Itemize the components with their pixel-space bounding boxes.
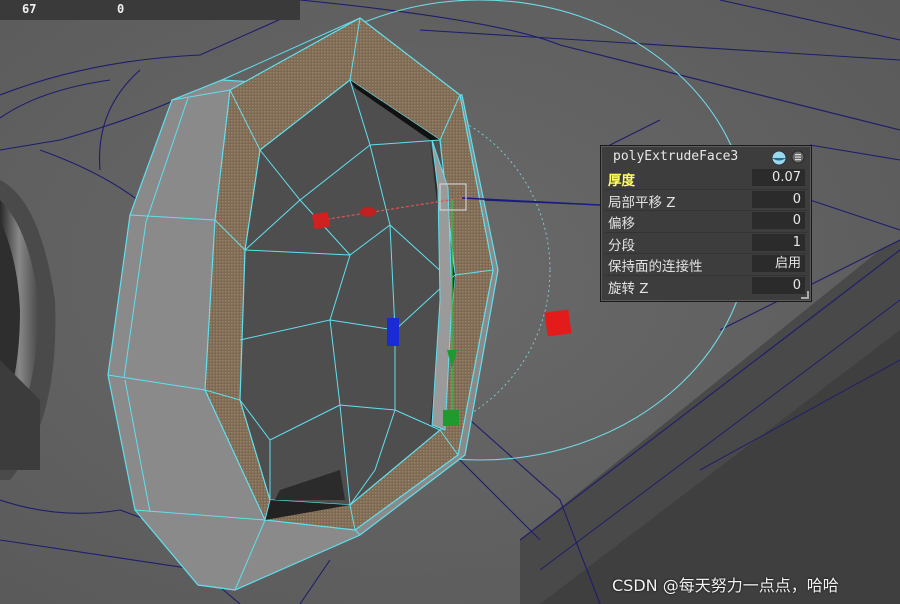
attribute-row-rotate-z[interactable]: 旋转 Z 0 [605, 276, 807, 297]
scene-canvas[interactable] [0, 0, 900, 604]
menu-icon[interactable] [791, 150, 805, 164]
blue-axis-handle[interactable] [387, 318, 399, 346]
attribute-row-keep-faces-together[interactable]: 保持面的连接性 启用 [605, 254, 807, 276]
attribute-label: 厚度 [608, 173, 635, 189]
attribute-value-field[interactable]: 0 [752, 276, 805, 294]
hud-value-left: 67 [22, 2, 37, 16]
attribute-row-thickness[interactable]: 厚度 0.07 [605, 168, 807, 190]
attribute-label: 分段 [608, 237, 635, 254]
hud-value-right: 0 [117, 2, 125, 16]
attribute-value-field[interactable]: 1 [752, 233, 805, 251]
attribute-label: 局部平移 Z [608, 194, 676, 211]
attribute-label: 旋转 Z [608, 280, 649, 297]
attribute-row-offset[interactable]: 偏移 0 [605, 211, 807, 233]
red-axis-handle[interactable] [311, 211, 331, 230]
3d-viewport[interactable]: 67 0 polyExtrudeFace3 厚度 0.07 局部平移 Z 0 偏… [0, 0, 900, 604]
in-view-editor[interactable]: polyExtrudeFace3 厚度 0.07 局部平移 Z 0 偏移 0 分… [600, 145, 812, 302]
green-axis-handle[interactable] [443, 410, 459, 426]
attribute-row-divisions[interactable]: 分段 1 [605, 233, 807, 254]
red-scale-handle[interactable] [544, 309, 572, 337]
red-axis-cone[interactable] [360, 207, 376, 217]
attribute-row-local-translate-z[interactable]: 局部平移 Z 0 [605, 190, 807, 211]
attribute-label: 保持面的连接性 [608, 259, 703, 275]
resize-grip[interactable] [801, 291, 809, 299]
attribute-value-field[interactable]: 0 [752, 190, 805, 208]
watermark-text: CSDN @每天努力一点点，哈哈 [612, 576, 839, 595]
hud-bar [0, 0, 300, 20]
sphere-icon[interactable] [771, 150, 787, 166]
attribute-value-field[interactable]: 0.07 [752, 169, 805, 186]
node-name-title[interactable]: polyExtrudeFace3 [613, 149, 738, 164]
attribute-label: 偏移 [608, 216, 635, 232]
attribute-value-field[interactable]: 0 [752, 212, 805, 229]
attribute-value-field[interactable]: 启用 [752, 255, 805, 272]
attribute-list: 厚度 0.07 局部平移 Z 0 偏移 0 分段 1 保持面的连接性 启用 旋转… [605, 168, 807, 297]
